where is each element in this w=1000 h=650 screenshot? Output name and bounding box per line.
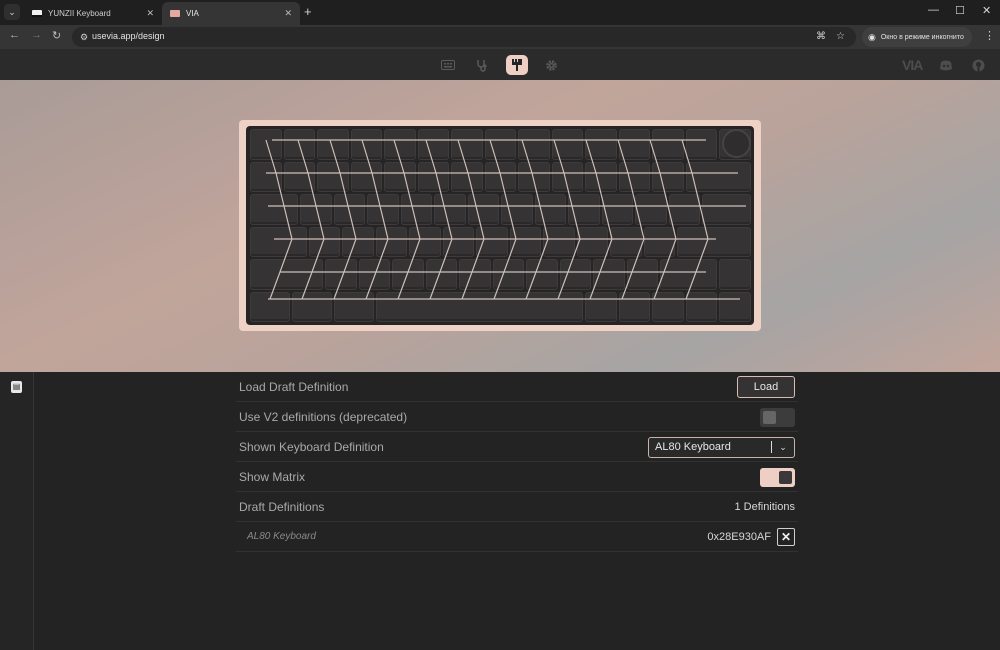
use-v2-toggle[interactable]	[760, 407, 795, 427]
via-logo[interactable]: VIA	[902, 57, 923, 73]
design-sidebar: ▤	[0, 372, 34, 650]
chevron-down-icon[interactable]: ⌄	[772, 442, 794, 453]
keyboard-case	[239, 120, 761, 331]
tab-search-button[interactable]: ⌄	[4, 4, 20, 20]
keyboard-definition-select[interactable]: AL80 Keyboard ⌄	[648, 436, 795, 458]
yunzii-favicon	[32, 10, 42, 17]
forward-icon[interactable]: →	[31, 29, 42, 41]
keyboard-plate	[246, 126, 754, 325]
draft-item-row: AL80 Keyboard 0x28E930AF ✕	[236, 522, 798, 552]
brush-icon[interactable]	[506, 55, 528, 75]
remove-draft-button[interactable]: ✕	[777, 528, 795, 546]
draft-definitions-label: Draft Definitions	[239, 499, 325, 514]
tab-title: YUNZII Keyboard	[48, 9, 111, 18]
back-icon[interactable]: ←	[9, 29, 20, 41]
translate-icon[interactable]: ⌘	[816, 31, 826, 42]
settings-panel: Load Draft Definition Load Use V2 defini…	[236, 372, 798, 552]
incognito-label: Окно в режиме инкогнито	[880, 33, 964, 41]
use-v2-row: Use V2 definitions (deprecated)	[236, 402, 798, 432]
show-matrix-label: Show Matrix	[239, 469, 306, 484]
via-header: VIA	[0, 49, 1000, 80]
toggle-knob	[779, 470, 792, 484]
via-favicon	[170, 10, 180, 17]
tab-yunzii[interactable]: YUNZII Keyboard ✕	[24, 2, 162, 25]
show-matrix-row: Show Matrix	[236, 462, 798, 492]
reload-icon[interactable]: ↻	[52, 29, 61, 42]
keyboard-preview-area	[0, 80, 1000, 372]
minimize-icon[interactable]: —	[928, 4, 939, 16]
url-text: usevia.app/design	[92, 31, 165, 41]
browser-tab-bar: ⌄ YUNZII Keyboard ✕ VIA ✕ + — ☐ ✕	[0, 0, 1000, 25]
browser-nav-bar: ← → ↻ ⚙ usevia.app/design ⌘ ☆ ◉ Окно в р…	[0, 25, 1000, 49]
stethoscope-icon[interactable]	[471, 55, 493, 75]
site-info-icon[interactable]: ⚙	[80, 32, 90, 42]
show-matrix-toggle[interactable]	[760, 467, 795, 487]
close-tab-icon[interactable]: ✕	[284, 8, 292, 19]
draft-definitions-row: Draft Definitions 1 Definitions	[236, 492, 798, 522]
tab-via[interactable]: VIA ✕	[162, 2, 300, 25]
maximize-icon[interactable]: ☐	[955, 4, 965, 17]
incognito-icon: ◉	[868, 31, 876, 42]
selected-definition: AL80 Keyboard	[655, 441, 731, 453]
draft-count: 1 Definitions	[734, 501, 795, 513]
gear-icon[interactable]	[540, 55, 562, 75]
close-tab-icon[interactable]: ✕	[146, 8, 154, 19]
address-bar[interactable]: ⚙ usevia.app/design ⌘ ☆	[72, 27, 856, 47]
load-draft-label: Load Draft Definition	[239, 379, 349, 394]
use-v2-label: Use V2 definitions (deprecated)	[239, 409, 408, 424]
keyboard-icon[interactable]	[437, 55, 459, 75]
shown-definition-label: Shown Keyboard Definition	[239, 439, 384, 454]
browser-menu-icon[interactable]: ⋮	[984, 29, 995, 42]
github-icon[interactable]	[967, 55, 989, 75]
tab-title: VIA	[186, 9, 199, 18]
load-button[interactable]: Load	[737, 376, 795, 398]
matrix-overlay	[265, 139, 746, 300]
incognito-indicator[interactable]: ◉ Окно в режиме инкогнито	[862, 27, 972, 47]
draft-name: AL80 Keyboard	[247, 531, 316, 542]
bookmark-star-icon[interactable]: ☆	[836, 31, 845, 42]
load-draft-row: Load Draft Definition Load	[236, 372, 798, 402]
close-window-icon[interactable]: ✕	[982, 4, 991, 17]
discord-icon[interactable]	[935, 55, 957, 75]
draft-id: 0x28E930AF	[707, 531, 771, 543]
shown-definition-row: Shown Keyboard Definition AL80 Keyboard …	[236, 432, 798, 462]
toggle-knob	[763, 410, 776, 424]
book-icon[interactable]: ▤	[11, 381, 22, 393]
new-tab-button[interactable]: +	[304, 5, 312, 19]
